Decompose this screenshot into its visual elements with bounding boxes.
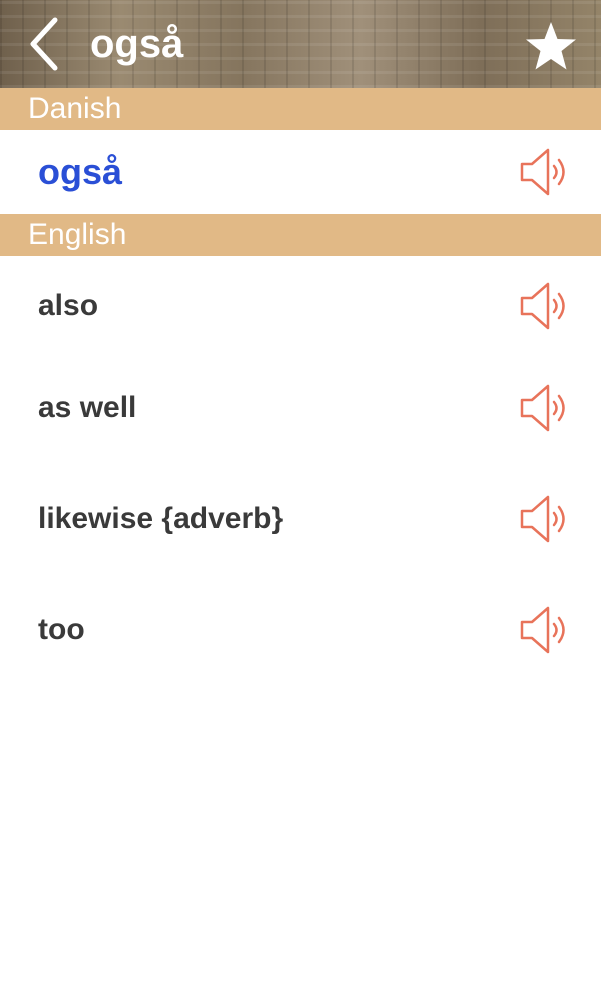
translation-row[interactable]: as well	[0, 368, 601, 448]
speaker-icon	[520, 148, 565, 196]
speaker-button[interactable]	[517, 492, 571, 546]
page-title: også	[90, 22, 184, 66]
translation-row[interactable]: likewise {adverb}	[0, 479, 601, 559]
screen: også Danish også English also as well li…	[0, 0, 601, 1000]
speaker-icon	[520, 606, 565, 654]
speaker-button-source[interactable]	[517, 145, 571, 199]
section-header-danish: Danish	[0, 88, 601, 130]
translation-text: too	[38, 613, 85, 646]
translation-text: also	[38, 289, 99, 322]
speaker-icon	[520, 495, 565, 543]
favorite-button[interactable]	[521, 16, 581, 76]
speaker-icon	[520, 282, 565, 330]
speaker-button[interactable]	[517, 381, 571, 435]
source-word-row: også	[0, 130, 601, 214]
star-icon	[526, 22, 576, 70]
section-header-english: English	[0, 214, 601, 256]
translation-row[interactable]: also	[0, 266, 601, 346]
translation-text: as well	[38, 391, 137, 424]
source-word: også	[38, 151, 123, 192]
translation-row[interactable]: too	[0, 590, 601, 670]
chevron-left-icon	[30, 17, 58, 71]
speaker-icon	[520, 384, 565, 432]
speaker-button[interactable]	[517, 603, 571, 657]
navigation-header: også	[0, 0, 601, 88]
back-button[interactable]	[18, 12, 70, 76]
speaker-button[interactable]	[517, 279, 571, 333]
translation-text: likewise {adverb}	[38, 502, 284, 535]
